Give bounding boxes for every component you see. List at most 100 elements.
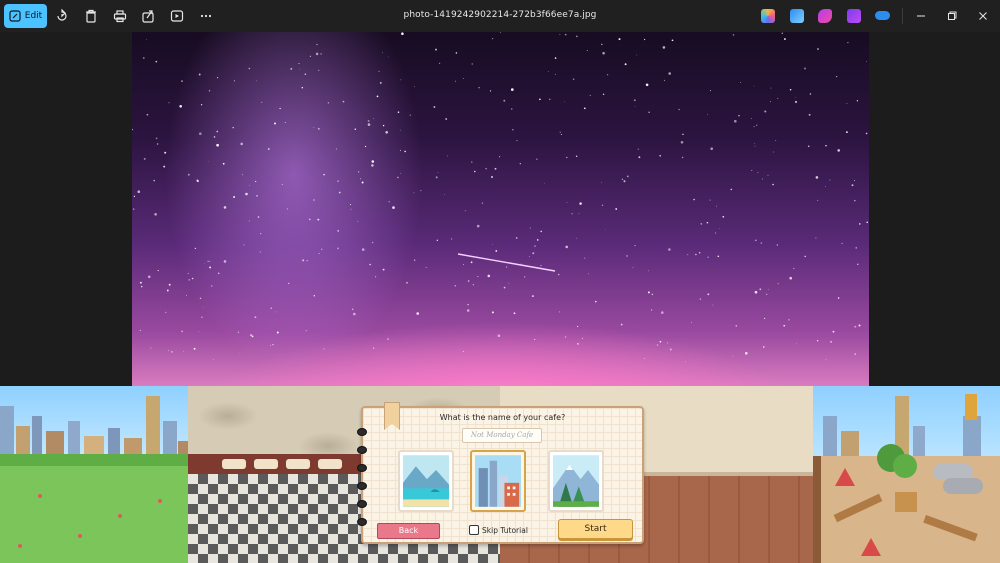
- mountain-location[interactable]: [548, 450, 604, 512]
- star: [666, 342, 669, 344]
- star: [439, 62, 441, 64]
- star: [478, 86, 480, 89]
- star: [632, 267, 634, 268]
- skip-tutorial-checkbox[interactable]: [469, 525, 479, 535]
- star: [825, 145, 827, 147]
- star: [472, 284, 474, 286]
- city-park-scene: [0, 386, 188, 563]
- star: [722, 215, 725, 218]
- star: [804, 67, 806, 70]
- notebook-ring: [357, 428, 367, 436]
- star: [487, 274, 491, 278]
- close-icon[interactable]: [974, 8, 992, 24]
- photos-icon[interactable]: [790, 9, 804, 23]
- star: [717, 255, 720, 258]
- minimize-icon[interactable]: [912, 8, 930, 24]
- star: [559, 131, 561, 133]
- star: [693, 198, 695, 201]
- skip-tutorial-label: Skip Tutorial: [482, 525, 528, 535]
- star: [313, 127, 315, 129]
- star: [142, 57, 145, 59]
- star: [815, 237, 817, 239]
- star: [337, 180, 339, 182]
- star: [761, 178, 763, 180]
- star: [620, 323, 623, 326]
- star: [260, 233, 262, 235]
- star: [445, 118, 448, 120]
- star: [513, 312, 516, 315]
- star: [209, 266, 212, 269]
- star: [789, 276, 792, 280]
- star: [385, 131, 388, 134]
- star: [766, 293, 768, 296]
- wall-trim: [188, 454, 368, 474]
- start-button[interactable]: Start: [558, 519, 633, 539]
- star: [645, 83, 649, 87]
- star: [447, 155, 449, 157]
- star: [237, 331, 239, 333]
- star: [217, 77, 219, 79]
- star: [316, 44, 318, 46]
- star: [248, 67, 251, 70]
- clipchamp-icon[interactable]: [847, 9, 861, 23]
- star: [199, 132, 202, 135]
- star: [734, 119, 737, 123]
- star: [753, 85, 755, 87]
- star: [854, 180, 855, 182]
- star: [491, 176, 493, 178]
- star: [400, 149, 401, 151]
- star: [305, 330, 307, 332]
- star: [471, 161, 473, 163]
- beach-location[interactable]: [398, 450, 454, 512]
- star: [583, 107, 586, 110]
- star: [661, 311, 664, 314]
- star: [866, 60, 868, 62]
- star: [361, 248, 365, 251]
- star: [165, 311, 167, 314]
- star: [255, 180, 257, 183]
- star: [671, 39, 674, 42]
- star: [320, 53, 322, 55]
- restore-icon[interactable]: [943, 8, 961, 24]
- star: [662, 46, 666, 49]
- star: [168, 102, 170, 104]
- star: [216, 143, 219, 147]
- star: [146, 39, 147, 41]
- star: [454, 284, 457, 287]
- star: [760, 242, 763, 244]
- star: [369, 263, 371, 266]
- star: [764, 110, 767, 113]
- star: [232, 126, 235, 129]
- star: [357, 171, 360, 173]
- photo-image: [132, 32, 869, 386]
- star: [156, 143, 159, 145]
- star: [512, 128, 514, 131]
- star: [783, 324, 786, 327]
- star: [647, 291, 650, 294]
- star: [337, 247, 339, 250]
- star: [437, 172, 439, 173]
- star: [270, 344, 271, 346]
- star: [194, 247, 197, 250]
- star: [857, 263, 859, 265]
- star: [715, 232, 716, 234]
- star: [463, 264, 465, 265]
- star: [154, 213, 157, 216]
- skip-tutorial-toggle[interactable]: Skip Tutorial: [469, 525, 528, 535]
- star: [455, 52, 458, 54]
- designer-icon[interactable]: [818, 9, 832, 23]
- star: [756, 124, 758, 126]
- star: [267, 148, 270, 150]
- star: [317, 218, 320, 221]
- copilot-icon[interactable]: [761, 9, 775, 23]
- cafe-name-input[interactable]: Not Monday Cafe: [462, 428, 542, 443]
- star: [554, 57, 557, 59]
- star: [534, 338, 536, 340]
- onedrive-icon[interactable]: [875, 11, 890, 20]
- star: [217, 272, 220, 275]
- star: [506, 266, 508, 268]
- star: [379, 81, 382, 84]
- back-button[interactable]: Back: [377, 523, 440, 539]
- star: [338, 191, 341, 194]
- city-location[interactable]: [470, 450, 526, 512]
